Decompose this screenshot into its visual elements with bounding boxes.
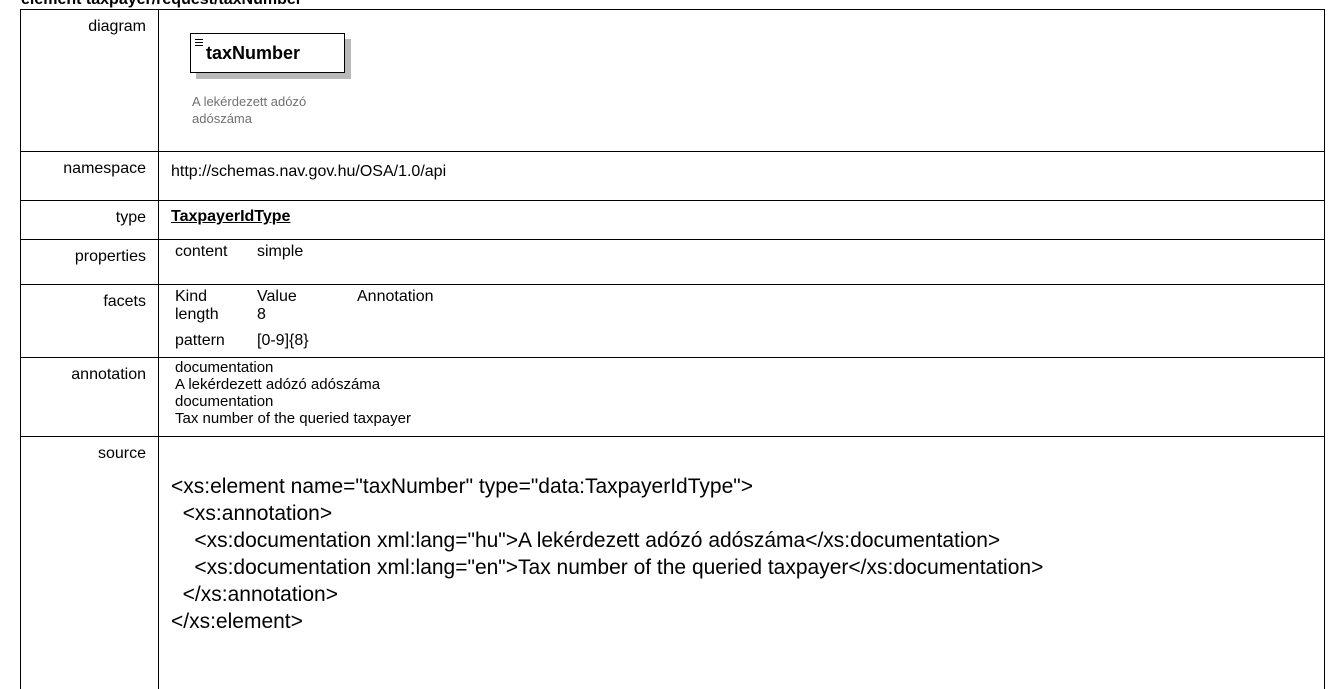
row-facets: facets Kind Value Annotation length 8 pa… xyxy=(21,285,1325,358)
property-value: simple xyxy=(257,243,1324,261)
annotation-title: documentation xyxy=(175,393,1324,410)
source-line: <xs:documentation xml:lang="hu">A lekérd… xyxy=(171,527,1324,554)
facets-header-annotation: Annotation xyxy=(357,288,1324,306)
page-heading: element taxpayer/request/taxNumber xyxy=(21,0,302,9)
facets-header-value: Value xyxy=(257,288,357,306)
source-line: </xs:annotation> xyxy=(171,581,1324,608)
label-facets: facets xyxy=(21,285,159,358)
row-diagram: diagram taxNumber A lekérdezett adózó ad… xyxy=(21,10,1325,152)
row-namespace: namespace http://schemas.nav.gov.hu/OSA/… xyxy=(21,152,1325,201)
label-type: type xyxy=(21,201,159,240)
facets-header-kind: Kind xyxy=(175,288,257,306)
facet-kind: length xyxy=(175,306,257,324)
annotation-block: documentation A lekérdezett adózó adószá… xyxy=(175,358,1324,427)
properties-table: content simple xyxy=(175,240,1324,261)
annotation-text: Tax number of the queried taxpayer xyxy=(175,410,1324,427)
element-doc-table: diagram taxNumber A lekérdezett adózó ad… xyxy=(20,9,1325,689)
label-properties: properties xyxy=(21,240,159,285)
facets-table: Kind Value Annotation length 8 pattern [… xyxy=(175,285,1324,350)
diagram-doc-line: A lekérdezett adózó xyxy=(192,93,352,110)
diagram-documentation: A lekérdezett adózó adószáma xyxy=(192,93,352,127)
source-line: <xs:annotation> xyxy=(171,500,1324,527)
diagram-cell: taxNumber A lekérdezett adózó adószáma xyxy=(159,10,1325,152)
annotation-text: A lekérdezett adózó adószáma xyxy=(175,376,1324,393)
row-properties: properties content simple xyxy=(21,240,1325,285)
element-lines-icon xyxy=(195,39,203,47)
property-key: content xyxy=(175,243,257,261)
diagram-element-name: taxNumber xyxy=(206,43,300,64)
row-type: type TaxpayerIdType xyxy=(21,201,1325,240)
facet-value: 8 xyxy=(257,306,357,324)
source-code: <xs:element name="taxNumber" type="data:… xyxy=(171,437,1324,689)
facet-value: [0-9]{8} xyxy=(257,332,357,350)
source-line: <xs:element name="taxNumber" type="data:… xyxy=(171,473,1324,500)
row-source: source <xs:element name="taxNumber" type… xyxy=(21,437,1325,689)
annotation-title: documentation xyxy=(175,359,1324,376)
label-diagram: diagram xyxy=(21,10,159,152)
facet-kind: pattern xyxy=(175,332,257,350)
type-link[interactable]: TaxpayerIdType xyxy=(171,201,1324,226)
label-annotation: annotation xyxy=(21,358,159,437)
namespace-value: http://schemas.nav.gov.hu/OSA/1.0/api xyxy=(171,152,1324,181)
source-line: <xs:documentation xml:lang="en">Tax numb… xyxy=(171,554,1324,581)
element-diagram-box[interactable]: taxNumber xyxy=(190,33,345,73)
label-source: source xyxy=(21,437,159,689)
diagram-doc-line: adószáma xyxy=(192,110,352,127)
row-annotation: annotation documentation A lekérdezett a… xyxy=(21,358,1325,437)
label-namespace: namespace xyxy=(21,152,159,201)
source-line: </xs:element> xyxy=(171,608,1324,635)
